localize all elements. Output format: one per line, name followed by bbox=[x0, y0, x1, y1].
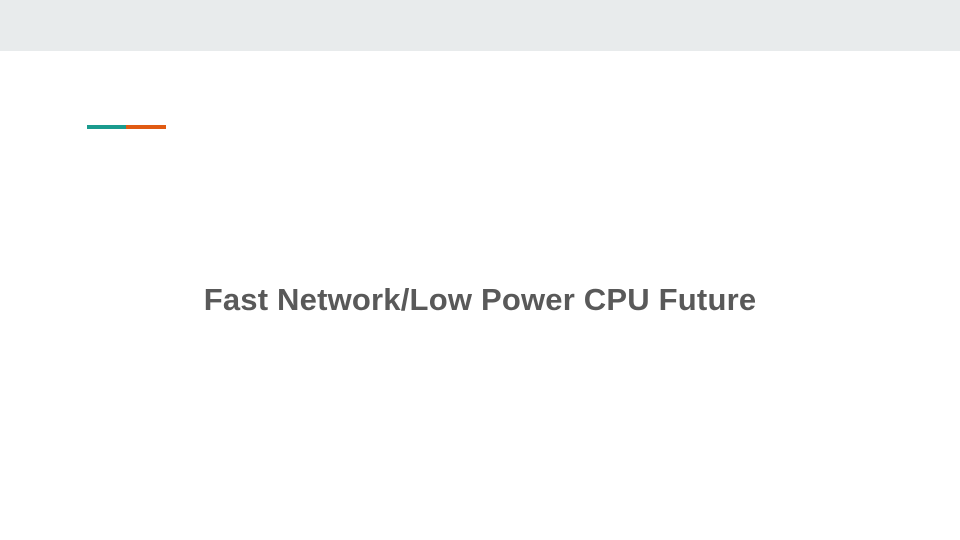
slide-title: Fast Network/Low Power CPU Future bbox=[203, 282, 757, 317]
accent-line-orange bbox=[126, 125, 166, 129]
accent-line-teal bbox=[87, 125, 126, 129]
top-header-band bbox=[0, 0, 960, 51]
slide: Fast Network/Low Power CPU Future bbox=[0, 0, 960, 540]
